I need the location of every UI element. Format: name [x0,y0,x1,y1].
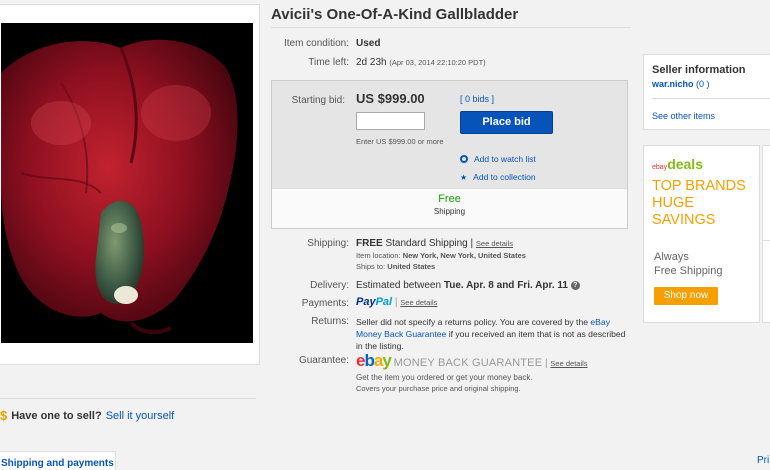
ships-to-value: United States [387,262,436,271]
eye-icon [460,155,468,163]
time-left-row: 2d 23h (Apr 03, 2014 22:10:20 PDT) [356,57,486,68]
item-location: Item location: New York, New York, Unite… [356,251,526,260]
item-image-panel [0,4,260,365]
info-icon[interactable]: ? [570,280,580,290]
gallbladder-photo [1,23,253,343]
star-icon: ★ [460,172,468,182]
deals-free1: Always [654,251,689,263]
divider [271,27,631,28]
deals-line3: SAVINGS [652,212,716,228]
paypal-pal: Pal [375,296,393,308]
shipping-row: FREE Standard Shipping | See details [356,238,513,249]
time-left-label: Time left: [308,57,349,68]
add-to-collection-link[interactable]: ★ Add to collection [460,172,536,182]
deals-logo-word: deals [667,156,703,172]
bid-input[interactable] [356,112,425,130]
returns-text: Seller did not specify a returns policy.… [356,316,626,352]
see-other-items-link[interactable]: See other items [652,111,715,121]
seller-info-box: Seller information war.nicho (0 ) See ot… [643,54,770,130]
second-ad[interactable] [762,145,770,323]
ships-to-label: Ships to: [356,262,386,271]
guarantee-row: ebay MONEY BACK GUARANTEE | See details [356,351,588,371]
dollar-icon: $ [0,408,8,423]
paypal-logo: PayPal [356,296,392,308]
ebay-deals-ad[interactable]: ebaydeals TOP BRANDS HUGE SAVINGS Always… [643,145,760,323]
tab-print[interactable]: Pri [757,455,769,466]
guarantee-label: Guarantee: [298,355,349,366]
paypal-pay: Pay [356,296,376,308]
deals-line2: HUGE [652,195,694,211]
shipping-see-details-link[interactable]: See details [476,239,513,248]
payments-see-details-link[interactable]: See details [400,298,437,307]
item-photo[interactable] [1,23,253,343]
bid-count-link[interactable]: [ 0 bids ] [460,94,494,104]
item-location-label: Item location: [356,251,401,260]
shop-now-button[interactable]: Shop now [654,287,718,305]
page-title: Avicii's One-Of-A-Kind Gallbladder [271,6,519,23]
delivery-row: Estimated between Tue. Apr. 8 and Fri. A… [356,280,580,291]
guarantee-see-details-link[interactable]: See details [550,359,587,368]
deals-free-shipping: Always Free Shipping [654,250,723,278]
tab-shipping-and-payments[interactable]: Shipping and payments [0,451,116,470]
collection-label: Add to collection [473,172,536,182]
shipping-method: Standard Shipping | [385,238,474,249]
logo-b: b [364,351,374,370]
add-to-watch-list-link[interactable]: Add to watch list [460,154,536,164]
place-bid-button[interactable]: Place bid [460,111,553,134]
sell-question: Have one to sell? [11,409,102,422]
delivery-label: Delivery: [310,280,349,291]
condition-value: Used [356,38,381,49]
enter-amount-note: Enter US $999.00 or more [356,137,444,146]
bid-box: Starting bid: US $999.00 [ 0 bids ] Plac… [271,80,628,229]
shipping-label: Shipping [433,207,466,216]
end-date: (Apr 03, 2014 22:10:20 PDT) [389,58,486,67]
sell-it-yourself-link[interactable]: Sell it yourself [106,410,174,422]
ebay-logo: ebay [356,351,392,371]
sell-one-row: $ Have one to sell? Sell it yourself [0,408,174,423]
deals-logo-ebay: ebay [652,164,668,171]
divider [652,98,770,99]
payments-label: Payments: [301,298,349,309]
shipping-label: Shipping: [307,238,349,249]
price: US $999.00 [356,91,425,106]
payments-row: PayPal | See details [356,296,438,308]
divider [0,398,256,399]
delivery-dates: Tue. Apr. 8 and Fri. Apr. 11 [443,280,568,291]
seller-name-link[interactable]: war.nicho [652,79,694,89]
watch-list-label: Add to watch list [474,154,536,164]
logo-y: y [382,351,392,370]
item-location-value: New York, New York, United States [402,251,526,260]
ships-to: Ships to: United States [356,262,435,271]
guarantee-line2: Covers your purchase price and original … [356,384,521,393]
seller-score[interactable]: (0 ) [696,79,710,89]
deals-line1: TOP BRANDS [652,178,746,194]
shipping-free: FREE [356,238,383,249]
delivery-prefix: Estimated between [356,280,442,291]
seller-info-title: Seller information [652,64,746,76]
condition-label: Item condition: [283,38,349,49]
money-back-guarantee-text: MONEY BACK GUARANTEE [393,357,543,369]
free-shipping-strip: Free Shipping [272,188,627,228]
returns-line2: if you received an item that is not [448,329,575,339]
time-left-value: 2d 23h [356,57,387,68]
starting-bid-label: Starting bid: [291,95,345,106]
deals-free2: Free Shipping [654,265,723,277]
divider [762,240,770,241]
deals-headline: TOP BRANDS HUGE SAVINGS [652,178,762,229]
ebay-deals-logo: ebaydeals [652,156,703,172]
returns-label: Returns: [311,316,349,327]
seller-name-row: war.nicho (0 ) [652,79,710,89]
free-label: Free [438,193,461,205]
returns-line1: Seller did not specify a returns policy.… [356,317,589,327]
listing-page: $ Have one to sell? Sell it yourself Shi… [0,0,770,470]
guarantee-line1: Get the item you ordered or get your mon… [356,373,533,382]
